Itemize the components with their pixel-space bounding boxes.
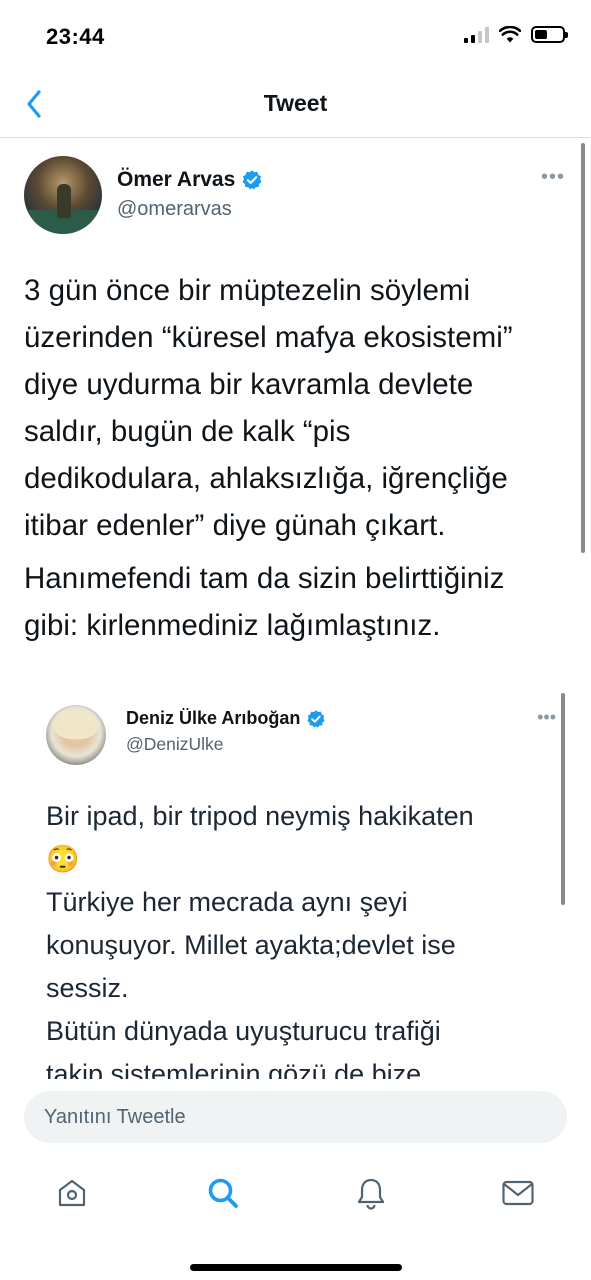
status-time: 23:44 <box>46 24 105 49</box>
home-indicator[interactable] <box>190 1264 402 1271</box>
verified-badge-icon <box>242 170 262 190</box>
tab-messages[interactable] <box>494 1171 542 1215</box>
tweet-header: Ömer Arvas @omerarvas ••• <box>24 156 569 236</box>
mail-icon <box>502 1180 534 1206</box>
bell-icon <box>357 1178 385 1210</box>
reply-input[interactable]: Yanıtını Tweetle <box>24 1091 567 1143</box>
tweet-paragraph: 3 gün önce bir müptezelin söylemi üzerin… <box>24 274 513 542</box>
battery-icon <box>531 26 568 43</box>
tweet-body: 3 gün önce bir müptezelin söylemi üzerin… <box>24 267 569 655</box>
cellular-signal-icon <box>464 26 489 43</box>
tab-bar <box>0 1159 591 1280</box>
scrollbar[interactable] <box>581 143 585 553</box>
home-icon <box>58 1179 86 1207</box>
author-name[interactable]: Ömer Arvas <box>117 168 263 192</box>
more-options-button[interactable]: ••• <box>541 166 565 189</box>
search-icon <box>208 1178 238 1208</box>
reply-area: Yanıtını Tweetle <box>0 1079 591 1159</box>
status-icons <box>464 26 568 43</box>
quoted-avatar[interactable] <box>46 705 106 765</box>
navigation-bar: Tweet <box>0 70 591 138</box>
quoted-tweet-header: Deniz Ülke Arıboğan @DenizUlke ••• <box>46 705 556 775</box>
author-name-text: Ömer Arvas <box>117 168 236 191</box>
avatar[interactable] <box>24 156 102 234</box>
tab-search[interactable] <box>199 1171 247 1215</box>
tweet-paragraph: Hanımefendi tam da sizin belirttiğiniz g… <box>24 562 505 642</box>
verified-badge-icon <box>307 709 325 728</box>
quoted-author-name-text: Deniz Ülke Arıboğan <box>126 708 301 728</box>
quoted-author-handle[interactable]: @DenizUlke <box>126 734 224 755</box>
status-bar: 23:44 <box>0 0 591 70</box>
tweet-detail: Ömer Arvas @omerarvas ••• 3 gün önce bir… <box>0 139 591 1079</box>
quoted-scrollbar[interactable] <box>561 693 565 905</box>
tab-notifications[interactable] <box>347 1171 395 1215</box>
tab-home[interactable] <box>48 1171 96 1215</box>
quoted-tweet-body: Bir ipad, bir tripod neymiş hakikaten 😳 … <box>46 801 474 1079</box>
wifi-icon <box>499 26 521 43</box>
author-handle[interactable]: @omerarvas <box>117 198 232 221</box>
quoted-more-options-button[interactable]: ••• <box>537 707 556 728</box>
page-title: Tweet <box>263 90 328 116</box>
quoted-tweet[interactable]: Deniz Ülke Arıboğan @DenizUlke ••• Bir i… <box>24 687 569 1079</box>
quoted-author-name[interactable]: Deniz Ülke Arıboğan <box>126 708 326 729</box>
